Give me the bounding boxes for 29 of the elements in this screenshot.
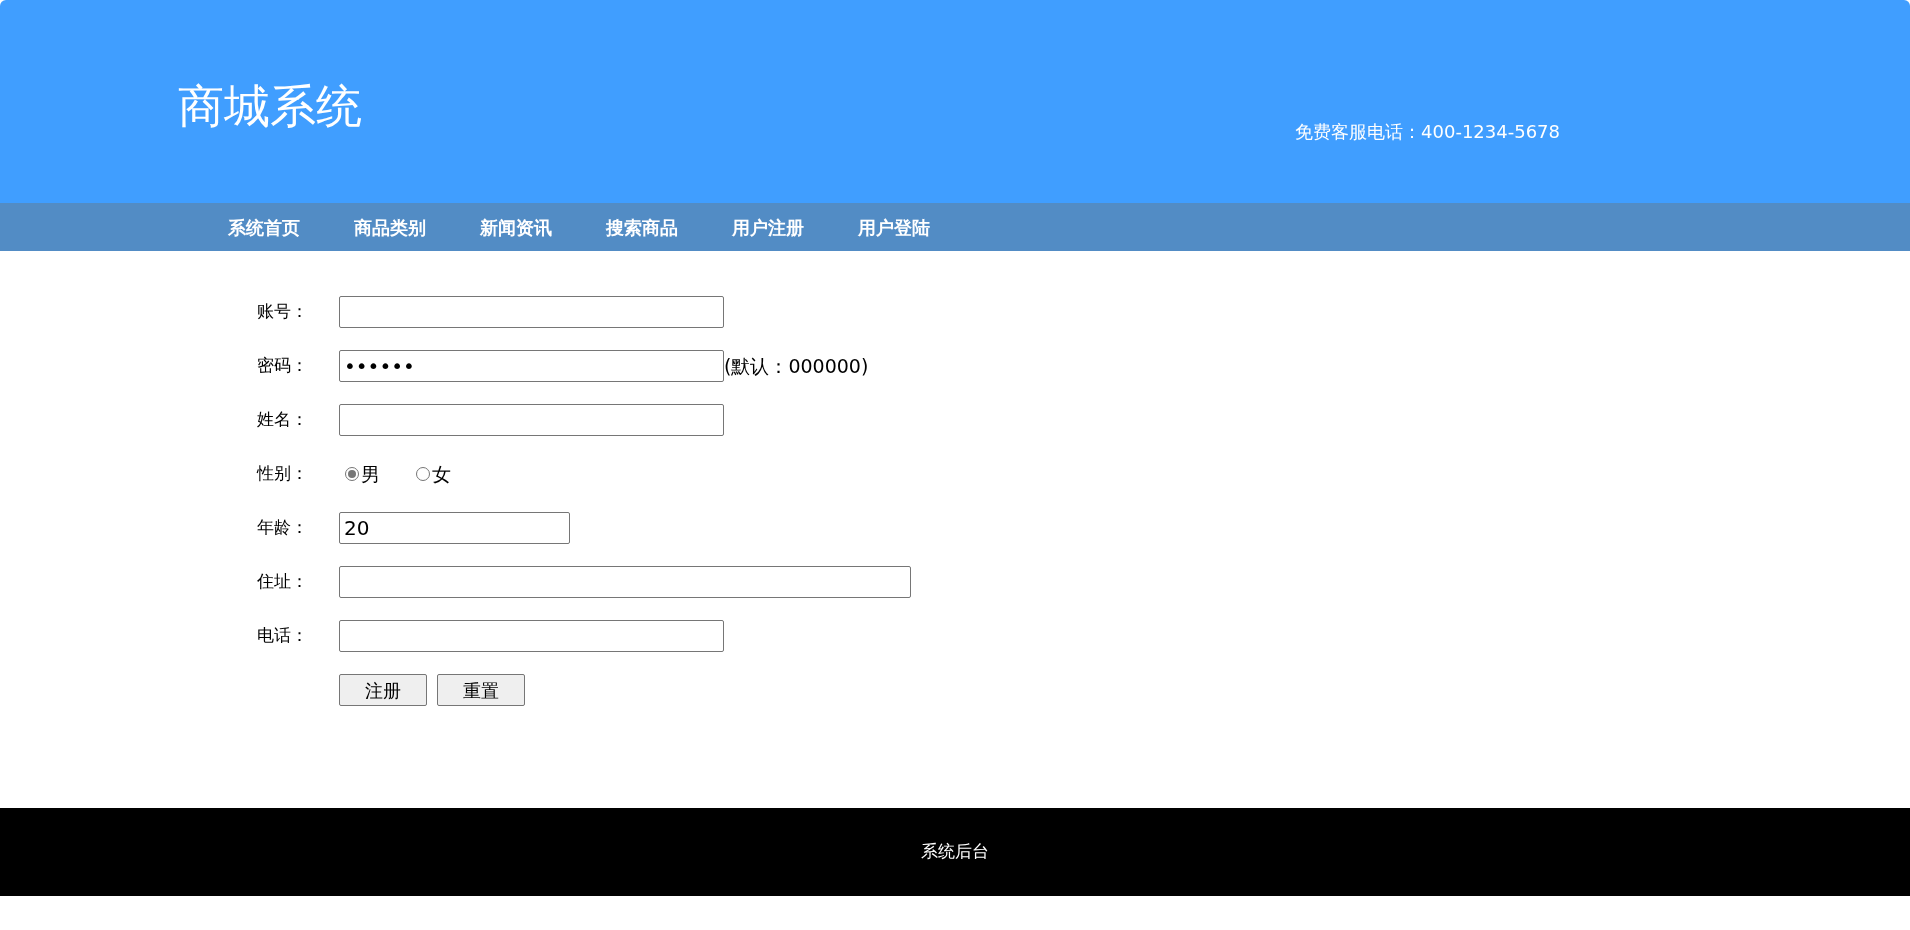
input-field[interactable] — [339, 296, 724, 328]
hint-text: (默认：000000) — [724, 353, 869, 379]
nav-link[interactable]: 用户登陆 — [858, 213, 930, 241]
field-label: 性别： — [257, 462, 309, 486]
nav-link[interactable]: 商品类别 — [354, 213, 426, 241]
radio-label: 女 — [432, 461, 451, 487]
field-label: 年龄： — [257, 516, 309, 540]
nav-link[interactable]: 用户注册 — [732, 213, 804, 241]
field-label: 密码： — [257, 354, 309, 378]
input-field[interactable]: 20 — [339, 512, 570, 544]
radio-button[interactable] — [416, 467, 430, 481]
radio-button[interactable] — [345, 467, 359, 481]
radio-label: 男 — [361, 461, 380, 487]
form-button[interactable]: 重置 — [437, 674, 525, 706]
field-label: 姓名： — [257, 408, 309, 432]
input-field[interactable] — [339, 566, 911, 598]
field-label: 账号： — [257, 300, 309, 324]
footer-text: 系统后台 — [921, 840, 989, 864]
input-field[interactable]: •••••• — [339, 350, 724, 382]
field-label: 住址： — [257, 570, 309, 594]
input-field[interactable] — [339, 404, 724, 436]
input-field[interactable] — [339, 620, 724, 652]
nav-link[interactable]: 系统首页 — [228, 213, 300, 241]
site-title: 商城系统 — [178, 78, 362, 135]
nav-link[interactable]: 搜索商品 — [606, 213, 678, 241]
nav-link[interactable]: 新闻资讯 — [480, 213, 552, 241]
field-label: 电话： — [257, 624, 309, 648]
hotline-text: 免费客服电话：400-1234-5678 — [1295, 120, 1560, 144]
form-button[interactable]: 注册 — [339, 674, 427, 706]
